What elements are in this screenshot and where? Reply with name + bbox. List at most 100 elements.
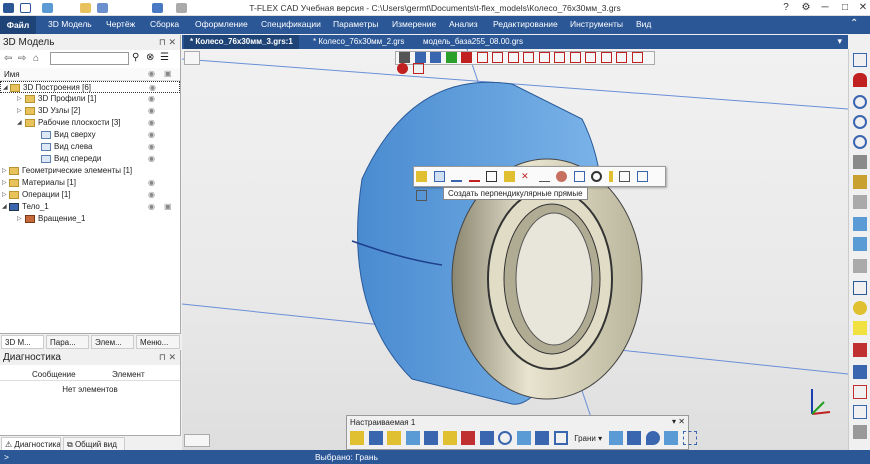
tab-list-icon[interactable]: ▾ xyxy=(837,36,842,47)
menu-3d-model[interactable]: 3D Модель xyxy=(48,19,92,29)
forward-icon[interactable]: ⇨ xyxy=(18,53,26,64)
clip-icon[interactable] xyxy=(412,63,424,75)
dimension-icon[interactable] xyxy=(538,171,550,182)
pan-icon[interactable] xyxy=(853,175,867,189)
profile-icon[interactable] xyxy=(600,52,612,64)
rectangle-icon[interactable] xyxy=(486,171,498,182)
sphere-icon[interactable] xyxy=(397,63,408,75)
maximize-button[interactable]: □ xyxy=(835,1,855,15)
3d-viewport[interactable] xyxy=(182,49,848,450)
revolve-icon[interactable] xyxy=(368,431,383,445)
chamfer-icon[interactable] xyxy=(553,431,568,445)
select-icon[interactable] xyxy=(414,52,426,64)
tree-item[interactable]: ▷ Материалы [1] ◉ xyxy=(0,177,180,189)
mark-icon[interactable] xyxy=(608,171,613,182)
menu-formatting[interactable]: Оформление xyxy=(195,19,248,29)
help-icon[interactable]: ? xyxy=(776,1,796,15)
layout-icon[interactable] xyxy=(184,434,210,447)
rotate-icon[interactable] xyxy=(853,155,867,169)
snap-icon[interactable] xyxy=(430,52,442,64)
tree-item[interactable]: ◢ Тело_1 ◉ ▣ xyxy=(0,201,180,213)
face-icon[interactable] xyxy=(507,52,519,64)
doc-tab-active[interactable]: * Колесо_76x30мм_3.grs:1 xyxy=(184,35,299,49)
back-icon[interactable]: ⇦ xyxy=(4,53,12,64)
doc-tab[interactable]: * Колесо_76x30мм_2.grs xyxy=(307,35,410,49)
path-icon[interactable] xyxy=(616,52,628,64)
section-icon[interactable] xyxy=(853,281,867,295)
wireframe-icon[interactable] xyxy=(853,321,867,335)
home-icon[interactable]: ⌂ xyxy=(33,53,39,64)
vertex-icon[interactable] xyxy=(476,52,488,64)
shell-icon[interactable] xyxy=(516,431,531,445)
menu-parameters[interactable]: Параметры xyxy=(333,19,378,29)
box-icon[interactable] xyxy=(573,171,585,182)
visibility-icon[interactable]: ◉ xyxy=(148,69,155,78)
tree-item[interactable]: Вид спереди ◉ xyxy=(0,153,180,165)
edge-icon[interactable] xyxy=(492,52,504,64)
zoom-icon[interactable] xyxy=(853,95,867,109)
faces-dropdown[interactable]: Грани ▾ xyxy=(574,434,602,443)
close-button[interactable]: ✕ xyxy=(853,1,870,15)
target-icon[interactable] xyxy=(591,171,603,182)
view-side-icon[interactable] xyxy=(853,259,867,273)
loop-icon[interactable] xyxy=(538,52,550,64)
square-icon[interactable] xyxy=(619,171,631,182)
tab-diagnostics[interactable]: ⚠ Диагностика xyxy=(1,437,61,451)
hidden-icon[interactable] xyxy=(853,343,867,357)
menu-drawing[interactable]: Чертёж xyxy=(106,19,135,29)
body-icon[interactable] xyxy=(523,52,535,64)
plane-icon[interactable] xyxy=(569,52,581,64)
pin-icon[interactable]: ⊓ ✕ xyxy=(159,352,176,363)
split-icon[interactable] xyxy=(461,431,476,445)
magnet-icon[interactable] xyxy=(853,73,867,87)
sweep-icon[interactable] xyxy=(387,431,402,445)
filter-icon[interactable] xyxy=(399,52,410,64)
extrude-icon[interactable] xyxy=(350,431,364,445)
filter-icon[interactable]: ⊗ xyxy=(146,52,154,63)
zoom-window-icon[interactable] xyxy=(853,115,867,129)
layout-icon[interactable] xyxy=(853,53,867,67)
list-options-icon[interactable]: ☰ xyxy=(160,52,169,63)
spring-icon[interactable] xyxy=(682,431,697,445)
op-icon[interactable] xyxy=(554,52,566,64)
view-top-icon[interactable] xyxy=(853,237,867,251)
perpendicular-lines-icon[interactable] xyxy=(433,171,445,182)
view-front-icon[interactable] xyxy=(853,217,867,231)
doc-tab[interactable]: модель_база255_08.00.grs xyxy=(417,35,529,49)
boolean-icon[interactable] xyxy=(442,431,457,445)
tree-item[interactable]: ▷ Вращение_1 xyxy=(0,213,180,225)
cube-icon[interactable] xyxy=(627,431,642,445)
settings-icon[interactable]: ⚙ xyxy=(796,1,816,15)
tree-item[interactable]: ▷ 3D Узлы [2] ◉ xyxy=(0,105,180,117)
tree-item[interactable]: ▷ Операции [1] ◉ xyxy=(0,189,180,201)
dropdown-icon[interactable]: ▾ xyxy=(672,417,676,426)
search-input[interactable] xyxy=(50,52,129,65)
book-icon[interactable] xyxy=(636,171,648,182)
sketch-icon[interactable] xyxy=(631,52,643,64)
pin-icon[interactable]: ⊓ ✕ xyxy=(159,37,176,48)
menu-file[interactable]: Файл xyxy=(0,16,36,34)
menu-specifications[interactable]: Спецификации xyxy=(261,19,321,29)
hatch-icon[interactable] xyxy=(556,171,568,182)
render-icon[interactable] xyxy=(853,365,867,379)
zoom-fit-icon[interactable] xyxy=(853,135,867,149)
pipe-icon[interactable] xyxy=(424,431,439,445)
mirror-icon[interactable] xyxy=(479,431,494,445)
cube-icon[interactable]: ▣ xyxy=(164,69,172,78)
menu-up-icon[interactable]: ⌃ xyxy=(850,18,858,29)
search-icon[interactable]: ⚲ xyxy=(132,52,139,63)
tree-item[interactable]: ▷ 3D Профили [1] ◉ xyxy=(0,93,180,105)
delete-icon[interactable]: ✕ xyxy=(521,171,532,182)
tab-3d-model[interactable]: 3D М... xyxy=(1,335,44,349)
check-icon[interactable] xyxy=(445,52,457,64)
cone-icon[interactable] xyxy=(664,431,679,445)
node-icon[interactable] xyxy=(585,52,597,64)
cancel-icon[interactable] xyxy=(461,52,473,64)
expand-icon[interactable] xyxy=(416,190,427,201)
tree-item[interactable]: Вид сверху ◉ xyxy=(0,129,180,141)
menu-analysis[interactable]: Анализ xyxy=(449,19,478,29)
tab-elements[interactable]: Элем... xyxy=(91,335,134,349)
drop-icon[interactable] xyxy=(645,431,660,445)
grid-toggle-icon[interactable] xyxy=(184,51,200,65)
pencil-icon[interactable] xyxy=(416,171,427,182)
